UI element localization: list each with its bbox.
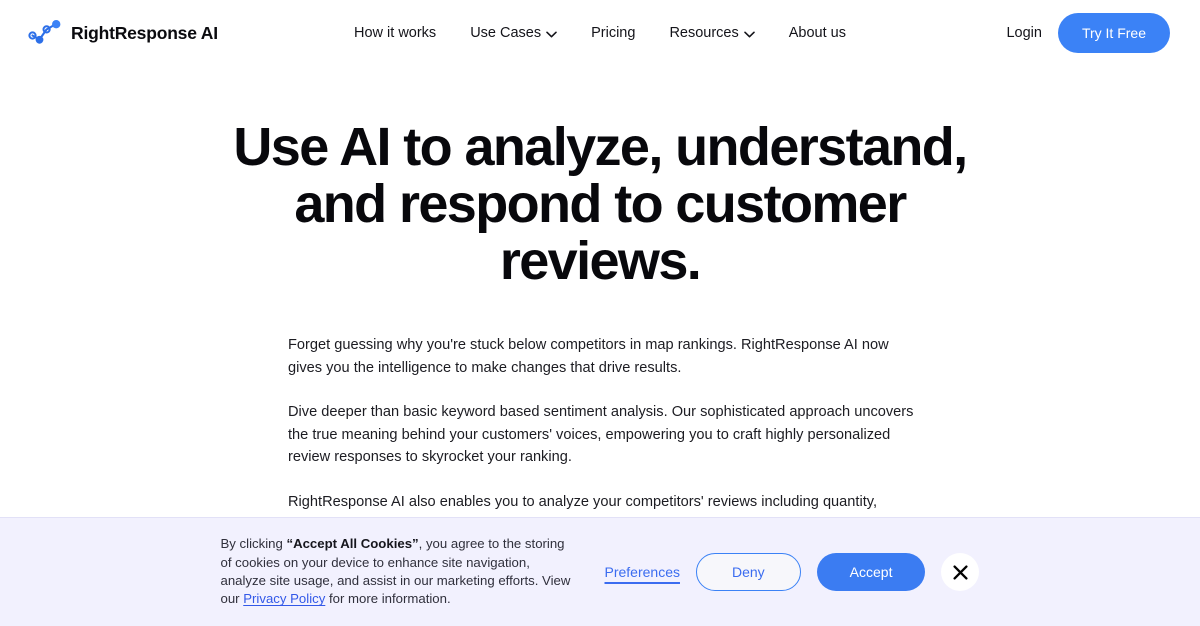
close-banner-button[interactable] [941, 553, 980, 591]
page-title: Use AI to analyze, understand, and respo… [233, 117, 968, 291]
nav-item-about-us[interactable]: About us [772, 17, 863, 49]
chevron-down-icon [546, 31, 557, 37]
chevron-down-icon [743, 31, 755, 37]
cookie-text-bold: “Accept All Cookies” [286, 536, 419, 552]
site-header: RightResponse AI How it works Use Cases … [0, 0, 1200, 66]
nav-label: Resources [669, 25, 739, 41]
nav-item-use-cases[interactable]: Use Cases [453, 17, 574, 49]
cookie-text-part-1: By clicking [220, 536, 287, 552]
brand-logo-link[interactable]: RightResponse AI [28, 20, 218, 46]
header-actions: Login Try It Free [1004, 13, 1170, 53]
cookie-text-part-3: for more information. [325, 591, 451, 607]
cookie-consent-text: By clicking “Accept All Cookies”, you ag… [221, 535, 577, 609]
accept-cookies-button[interactable]: Accept [816, 553, 926, 591]
chart-line-logo-icon [28, 20, 61, 44]
cookie-banner-actions: Preferences Deny Accept [605, 553, 980, 591]
close-icon [953, 564, 968, 580]
nav-item-how-it-works[interactable]: How it works [337, 17, 453, 49]
nav-item-pricing[interactable]: Pricing [574, 17, 652, 49]
privacy-policy-link[interactable]: Privacy Policy [243, 591, 325, 606]
nav-label: About us [788, 25, 846, 41]
try-it-free-button[interactable]: Try It Free [1057, 13, 1170, 53]
preferences-button[interactable]: Preferences [605, 562, 680, 582]
cookie-consent-banner: By clicking “Accept All Cookies”, you ag… [0, 517, 1200, 626]
hero-paragraph-1: Forget guessing why you're stuck below c… [288, 337, 889, 376]
nav-label: How it works [354, 25, 437, 41]
brand-name: RightResponse AI [71, 22, 218, 43]
login-link[interactable]: Login [1004, 19, 1043, 47]
hero-paragraph-2: Dive deeper than basic keyword based sen… [288, 404, 914, 466]
nav-label: Pricing [591, 25, 636, 41]
deny-cookies-button[interactable]: Deny [695, 553, 801, 591]
main-navigation: How it works Use Cases Pricing Resources… [337, 17, 863, 49]
nav-label: Use Cases [470, 25, 542, 41]
nav-item-resources[interactable]: Resources [652, 17, 771, 49]
hero-section: Use AI to analyze, understand, and respo… [0, 66, 1200, 559]
